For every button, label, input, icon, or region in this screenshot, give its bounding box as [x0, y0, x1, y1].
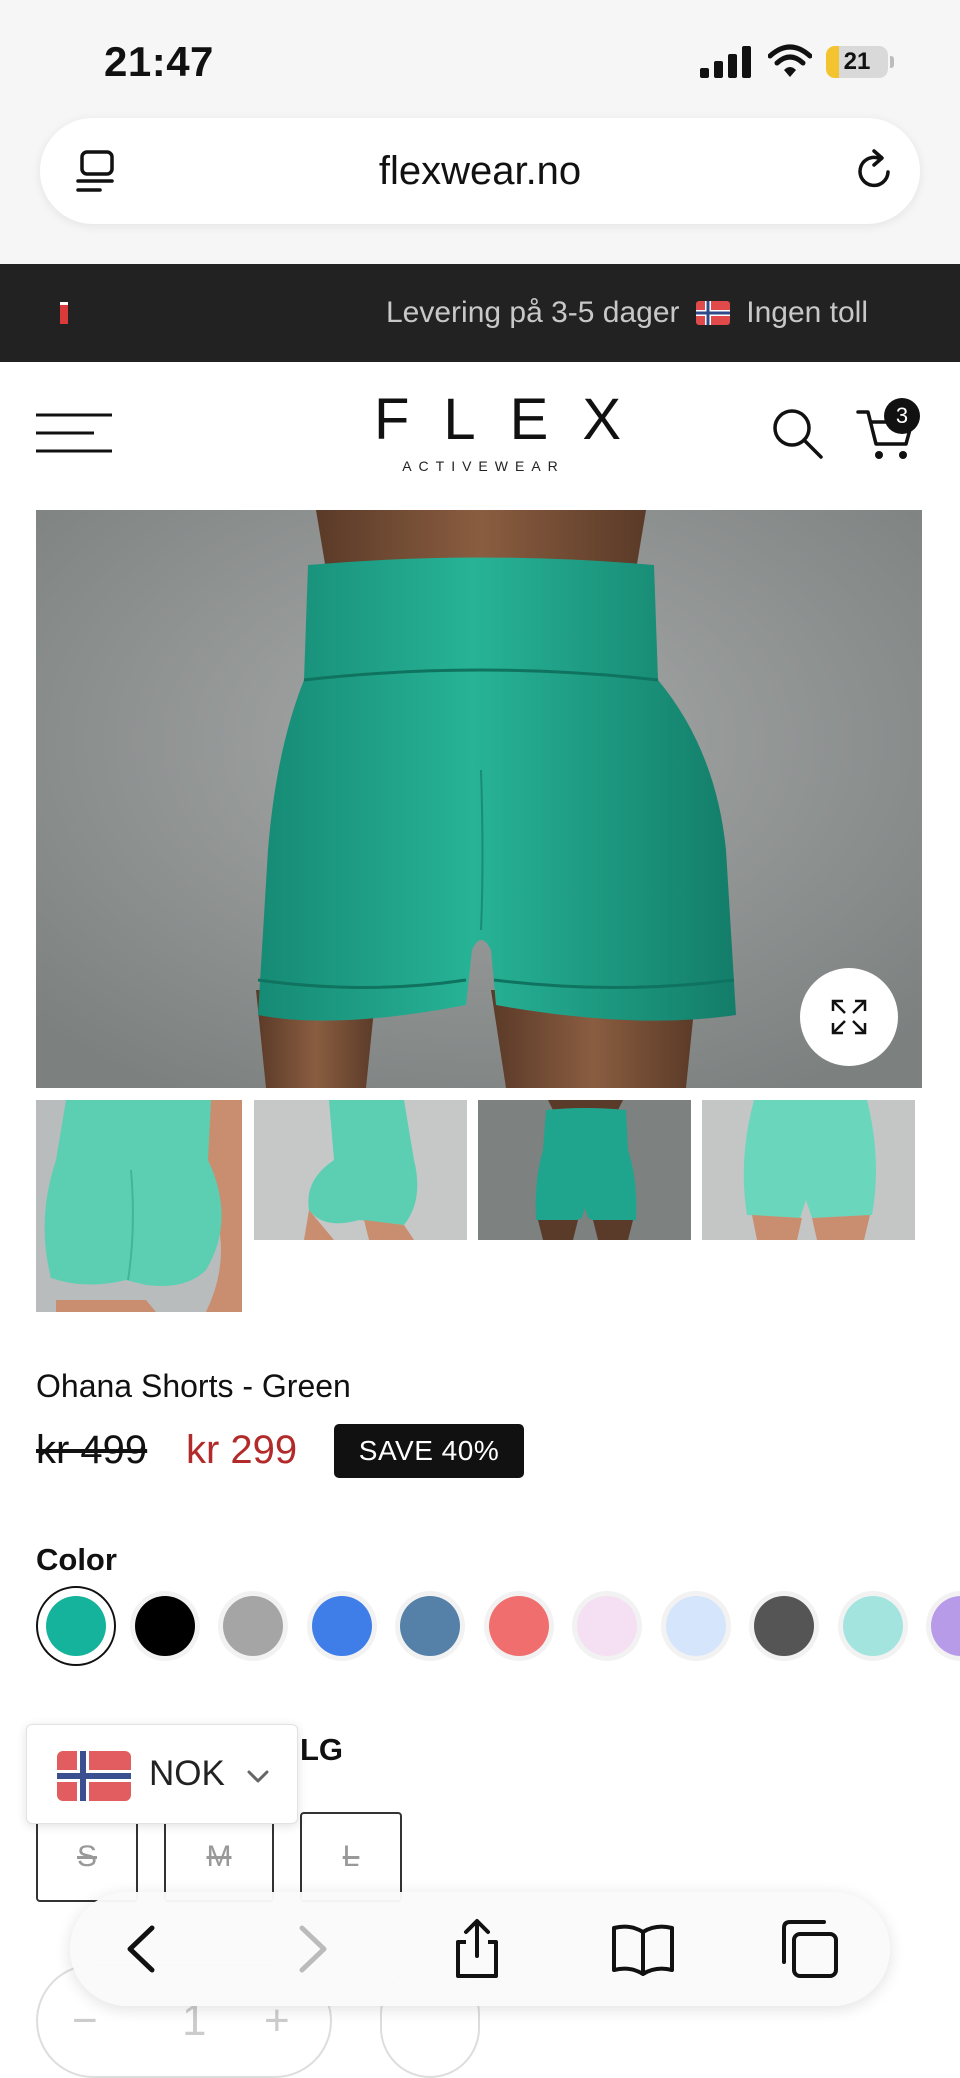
currency-selector[interactable]: NOK — [26, 1724, 298, 1824]
product-thumbnail[interactable] — [702, 1100, 915, 1240]
status-bar: 21:47 21 — [0, 0, 960, 118]
color-swatch[interactable] — [134, 1596, 195, 1656]
size-option-s[interactable]: S — [36, 1812, 138, 1902]
sale-price: kr 299 — [186, 1428, 298, 1472]
tabs-icon[interactable] — [776, 1916, 842, 1982]
status-time: 21:47 — [104, 38, 214, 85]
signal-icon — [700, 46, 751, 78]
color-label: Color — [36, 1542, 117, 1577]
share-icon[interactable] — [444, 1916, 510, 1982]
product-title: Ohana Shorts - Green — [36, 1368, 351, 1404]
search-icon[interactable] — [770, 406, 824, 460]
color-swatch[interactable] — [665, 1596, 726, 1656]
cart-count-badge: 3 — [884, 398, 920, 434]
color-swatch[interactable] — [842, 1596, 903, 1656]
battery-text: 21 — [843, 48, 871, 75]
site-header: FLEX ACTIVEWEAR 3 — [0, 362, 960, 510]
color-swatch[interactable] — [311, 1596, 372, 1656]
product-photo — [36, 510, 922, 1088]
size-label: LG — [300, 1732, 344, 1767]
hamburger-menu-icon[interactable] — [36, 412, 112, 454]
url-text[interactable]: flexwear.no — [40, 118, 920, 224]
forward-icon[interactable] — [278, 1916, 344, 1982]
address-bar[interactable]: flexwear.no — [40, 118, 920, 224]
currency-code: NOK — [149, 1754, 225, 1793]
expand-icon — [831, 999, 867, 1035]
logo-text: FLEX — [374, 387, 656, 452]
product-thumbnail[interactable] — [478, 1100, 691, 1240]
announcement-delivery: Levering på 3-5 dager — [386, 296, 680, 329]
browser-toolbar — [70, 1892, 890, 2006]
announcement-text: Levering på 3-5 dager Ingen toll — [386, 264, 868, 362]
size-option-l[interactable]: L — [300, 1812, 402, 1902]
zoom-button[interactable] — [800, 968, 898, 1066]
flag-icon — [60, 302, 68, 324]
size-option-m[interactable]: M — [164, 1812, 274, 1902]
color-swatch[interactable] — [754, 1596, 814, 1656]
norway-flag-icon — [695, 301, 730, 325]
reload-icon[interactable] — [852, 148, 898, 194]
color-swatch[interactable] — [223, 1596, 283, 1656]
browser-address-area: flexwear.no — [0, 118, 960, 264]
logo-subtitle: ACTIVEWEAR — [402, 458, 565, 474]
bookmarks-icon[interactable] — [610, 1916, 676, 1982]
norway-flag-icon — [57, 1751, 131, 1801]
chevron-down-icon — [247, 1770, 269, 1783]
product-thumbnail[interactable] — [36, 1100, 242, 1312]
site-logo[interactable]: FLEX ACTIVEWEAR — [340, 387, 656, 475]
color-swatch[interactable] — [400, 1596, 460, 1656]
announcement-bar: Levering på 3-5 dager Ingen toll — [0, 264, 960, 362]
color-swatch[interactable] — [46, 1596, 106, 1656]
original-price: kr 499 — [36, 1428, 148, 1472]
back-icon[interactable] — [110, 1916, 176, 1982]
color-swatch[interactable] — [931, 1596, 960, 1656]
color-swatch[interactable] — [488, 1596, 549, 1656]
wifi-icon — [768, 44, 812, 77]
battery-indicator: 21 — [826, 46, 894, 78]
quantity-minus[interactable]: − — [72, 1996, 98, 2046]
product-thumbnail[interactable] — [254, 1100, 467, 1240]
announcement-duty: Ingen toll — [746, 296, 868, 329]
save-badge: SAVE 40% — [334, 1424, 524, 1478]
product-main-image[interactable] — [36, 510, 922, 1088]
color-swatch[interactable] — [577, 1596, 637, 1656]
